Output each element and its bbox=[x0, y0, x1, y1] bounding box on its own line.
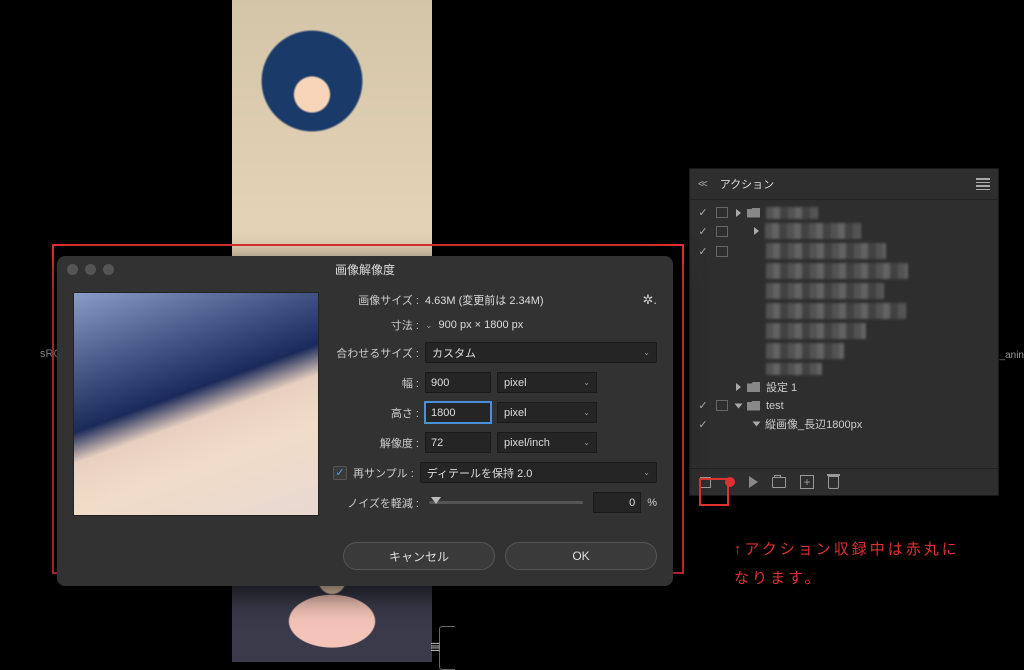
resample-checkbox[interactable]: ✓ bbox=[333, 466, 347, 480]
action-row[interactable] bbox=[690, 361, 998, 377]
label-dimensions: 寸法 : bbox=[333, 317, 419, 333]
link-bracket bbox=[439, 626, 455, 670]
image-preview bbox=[73, 292, 319, 516]
annotation-text: ↑アクション収録中は赤丸に なります。 bbox=[734, 536, 994, 593]
action-label: 設定 1 bbox=[766, 379, 797, 395]
action-label: test bbox=[766, 400, 784, 412]
image-size-dialog: 画像解像度 画像サイズ : 4.63M (変更前は 2.34M) ✲. 寸法 :… bbox=[57, 256, 673, 586]
noise-slider[interactable] bbox=[429, 501, 583, 504]
label-resample: 再サンプル : bbox=[353, 465, 414, 481]
annotation-line2: なります。 bbox=[734, 565, 994, 594]
label-noise: ノイズを軽減 : bbox=[333, 495, 419, 511]
panel-menu-icon[interactable] bbox=[976, 175, 990, 193]
fit-to-select[interactable]: カスタム ⌄ bbox=[425, 342, 657, 363]
resolution-input[interactable]: 72 bbox=[425, 432, 491, 453]
label-height: 高さ : bbox=[347, 405, 419, 421]
action-row[interactable]: ✓ bbox=[690, 241, 998, 261]
dialog-form: 画像サイズ : 4.63M (変更前は 2.34M) ✲. 寸法 : ⌄ 900… bbox=[333, 292, 657, 516]
action-row[interactable] bbox=[690, 321, 998, 341]
collapse-icon[interactable]: << bbox=[698, 179, 706, 190]
fit-to-value: カスタム bbox=[432, 345, 476, 361]
width-input[interactable]: 900 bbox=[425, 372, 491, 393]
action-set-settings1[interactable]: 設定 1 bbox=[690, 377, 998, 397]
cancel-button[interactable]: キャンセル bbox=[343, 542, 495, 570]
action-row[interactable] bbox=[690, 281, 998, 301]
actions-list: ✓ ✓ ✓ 設定 1 ✓test ✓縦画像_長辺1800px bbox=[690, 200, 998, 468]
action-row[interactable] bbox=[690, 261, 998, 281]
label-fit-to: 合わせるサイズ : bbox=[333, 345, 419, 361]
height-unit-select[interactable]: pixel⌄ bbox=[497, 402, 597, 423]
action-row[interactable]: ✓ bbox=[690, 204, 998, 221]
delete-icon[interactable] bbox=[828, 476, 839, 489]
action-set-test[interactable]: ✓test bbox=[690, 397, 998, 414]
actions-panel-title[interactable]: アクション bbox=[712, 173, 782, 195]
action-row[interactable]: ✓ bbox=[690, 221, 998, 241]
chevron-down-icon: ⌄ bbox=[643, 468, 650, 477]
dialog-titlebar: 画像解像度 bbox=[57, 256, 673, 282]
value-image-size: 4.63M (変更前は 2.34M) bbox=[425, 292, 544, 308]
label-resolution: 解像度 : bbox=[333, 435, 419, 451]
gear-icon[interactable]: ✲. bbox=[642, 292, 657, 308]
dialog-buttons: キャンセル OK bbox=[57, 532, 673, 586]
resolution-unit-select[interactable]: pixel/inch⌄ bbox=[497, 432, 597, 453]
action-row[interactable] bbox=[690, 301, 998, 321]
new-set-icon[interactable] bbox=[772, 477, 786, 488]
canvas-image-top bbox=[232, 0, 432, 270]
link-constrain-icon[interactable]: 𝌆 bbox=[430, 640, 441, 654]
action-row[interactable] bbox=[690, 341, 998, 361]
dialog-title: 画像解像度 bbox=[57, 261, 673, 278]
resample-method-value: ディテールを保持 2.0 bbox=[427, 465, 533, 481]
label-width: 幅 : bbox=[347, 375, 419, 391]
width-unit-select[interactable]: pixel⌄ bbox=[497, 372, 597, 393]
action-label: 縦画像_長辺1800px bbox=[765, 416, 862, 432]
noise-unit: % bbox=[647, 497, 657, 509]
play-button-icon[interactable] bbox=[749, 476, 758, 488]
slider-thumb-icon[interactable] bbox=[431, 497, 441, 504]
actions-panel: << アクション ✓ ✓ ✓ 設定 1 ✓test ✓縦画像_長辺1800px … bbox=[689, 168, 999, 496]
actions-footer: + bbox=[690, 468, 998, 495]
value-dimensions: 900 px × 1800 px bbox=[439, 319, 524, 331]
ok-button[interactable]: OK bbox=[505, 542, 657, 570]
height-input[interactable]: 1800 bbox=[425, 402, 491, 423]
noise-input[interactable]: 0 bbox=[593, 492, 641, 513]
resample-method-select[interactable]: ディテールを保持 2.0 ⌄ bbox=[420, 462, 657, 483]
annotation-line1: ↑アクション収録中は赤丸に bbox=[734, 536, 994, 565]
record-highlight-box bbox=[699, 478, 729, 506]
label-image-size: 画像サイズ : bbox=[333, 292, 419, 308]
action-portrait1800[interactable]: ✓縦画像_長辺1800px bbox=[690, 414, 998, 434]
chevron-down-icon[interactable]: ⌄ bbox=[425, 320, 433, 331]
actions-panel-header: << アクション bbox=[690, 169, 998, 200]
new-action-icon[interactable]: + bbox=[800, 475, 814, 489]
chevron-down-icon: ⌄ bbox=[643, 348, 650, 357]
